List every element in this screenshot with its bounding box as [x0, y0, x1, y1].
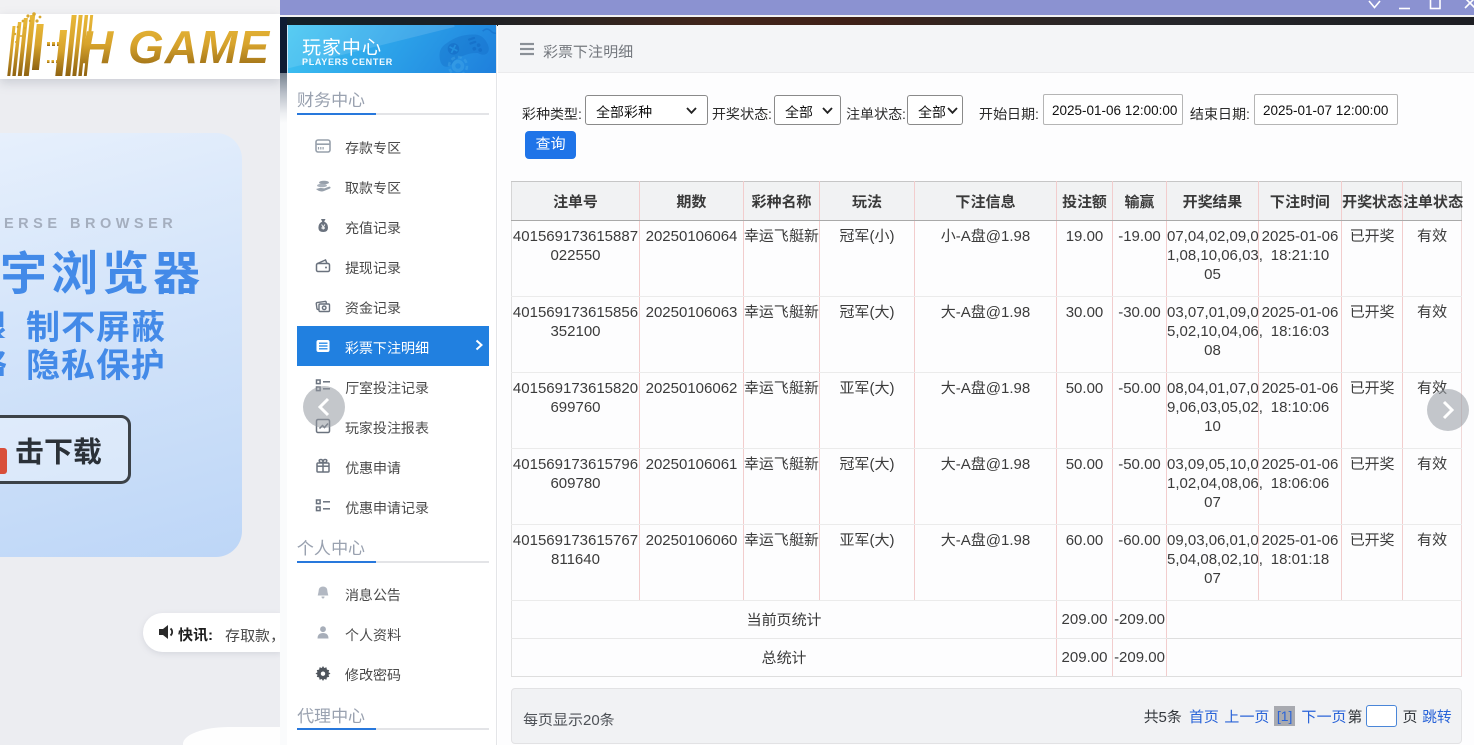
- svg-text:H GAME: H GAME: [80, 21, 270, 73]
